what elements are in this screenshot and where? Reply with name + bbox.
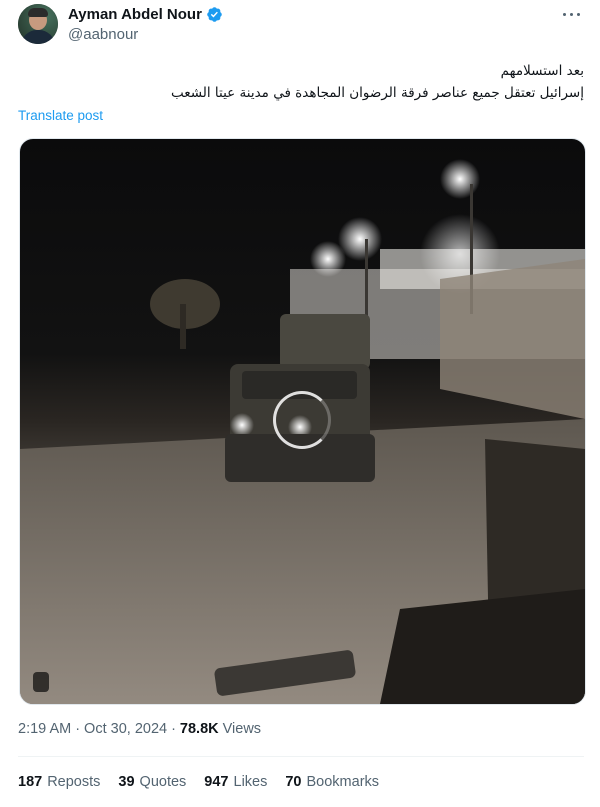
stat-count: 39 <box>118 774 135 790</box>
author-name-row: Ayman Abdel Nour <box>68 6 223 23</box>
avatar[interactable] <box>18 4 58 44</box>
translate-post-link[interactable]: Translate post <box>18 108 103 123</box>
views-count: 78.8K <box>179 721 219 737</box>
post-text-line-2: إسرائيل تعتقل جميع عناصر فرقة الرضوان ال… <box>170 85 584 101</box>
stat-likes[interactable]: 947 Likes <box>204 774 267 790</box>
video-loading-spinner-icon <box>273 391 331 449</box>
meta-separator: · <box>75 721 81 737</box>
verified-badge-icon <box>207 7 222 22</box>
author-name[interactable]: Ayman Abdel Nour <box>68 6 202 23</box>
stat-label: Reposts <box>47 774 101 790</box>
post-text-line-1: بعد استسلامهم <box>500 63 584 79</box>
views-label: Views <box>222 721 262 737</box>
stat-bookmarks[interactable]: 70 Bookmarks <box>285 774 379 790</box>
stat-count: 70 <box>285 774 302 790</box>
video-player[interactable] <box>19 138 586 705</box>
stat-count: 187 <box>18 774 43 790</box>
post-header: Ayman Abdel Nour @aabnour <box>18 4 584 48</box>
stat-count: 947 <box>204 774 229 790</box>
more-options-icon[interactable] <box>562 6 582 24</box>
post-text: بعد استسلامهم إسرائيل تعتقل جميع عناصر ف… <box>18 60 584 104</box>
stat-label: Bookmarks <box>306 774 380 790</box>
stat-label: Quotes <box>139 774 187 790</box>
post-date[interactable]: Oct 30, 2024 <box>84 721 167 737</box>
stat-label: Likes <box>233 774 268 790</box>
engagement-stats: 187 Reposts 39 Quotes 947 Likes 70 Bookm… <box>18 774 379 790</box>
stat-quotes[interactable]: 39 Quotes <box>118 774 186 790</box>
video-badge <box>33 672 49 692</box>
post-time[interactable]: 2:19 AM <box>18 721 71 737</box>
meta-separator: · <box>171 721 176 737</box>
stat-reposts[interactable]: 187 Reposts <box>18 774 100 790</box>
author-handle[interactable]: @aabnour <box>68 26 138 43</box>
divider <box>18 756 584 757</box>
post-metadata: 2:19 AM · Oct 30, 2024 · 78.8K Views <box>18 721 261 737</box>
